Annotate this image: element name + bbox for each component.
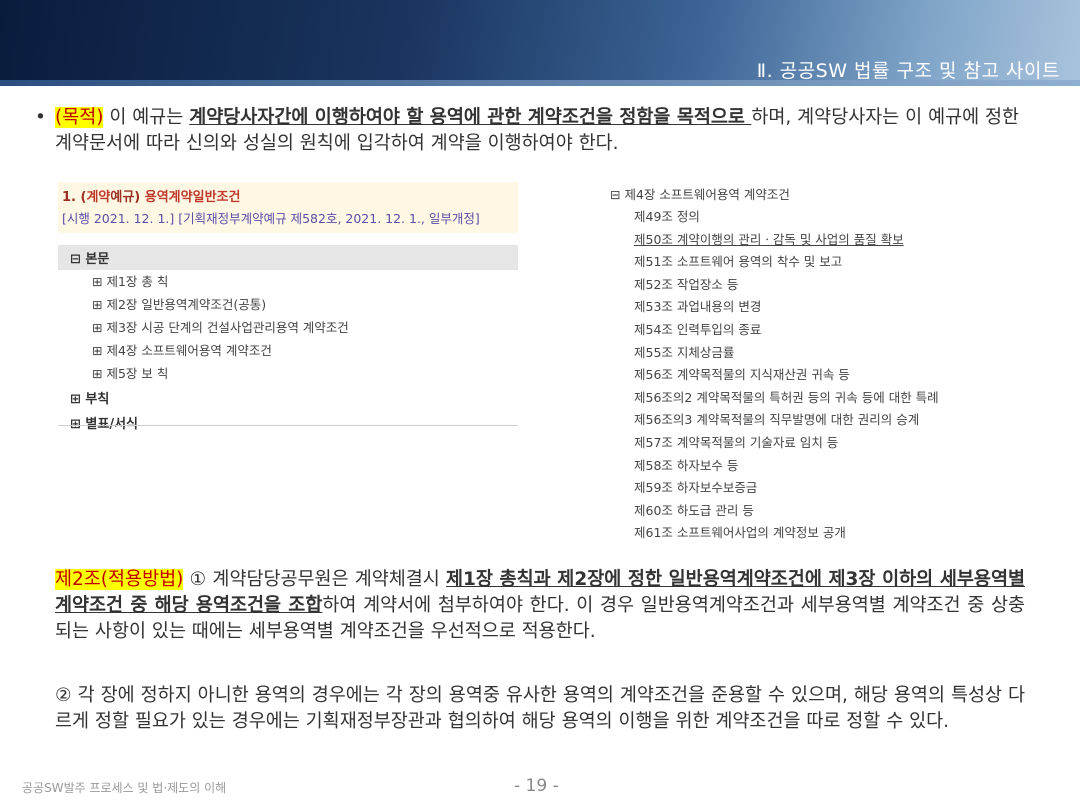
tree-item-appendix[interactable]: ⊞ 부칙	[58, 385, 518, 410]
article-item[interactable]: 제49조 정의	[610, 206, 1030, 229]
article-item[interactable]: 제61조 소프트웨어사업의 계약정보 공개	[610, 522, 1030, 545]
tree-item[interactable]: ⊞ 제4장 소프트웨어용역 계약조건	[58, 339, 518, 362]
article-item[interactable]: 제56조의2 계약목적물의 특허권 등의 귀속 등에 대한 특례	[610, 387, 1030, 410]
section-title: Ⅱ. 공공SW 법률 구조 및 참고 사이트	[756, 60, 1060, 82]
article-item[interactable]: 제59조 하자보수보증금	[610, 477, 1030, 500]
chapter4-tree: ⊟ 제4장 소프트웨어용역 계약조건 제49조 정의 제50조 계약이행의 관리…	[610, 184, 1030, 545]
law-title: 1. (계약예규) 용역계약일반조건	[62, 190, 241, 205]
purpose-paragraph: • (목적) 이 예규는 계약당사자간에 이행하여야 할 용역에 관한 계약조건…	[35, 105, 1025, 157]
tree-item[interactable]: ⊞ 제3장 시공 단계의 건설사업관리용역 계약조건	[58, 316, 518, 339]
chapter4-root[interactable]: ⊟ 제4장 소프트웨어용역 계약조건	[610, 184, 1030, 206]
article-item[interactable]: 제57조 계약목적물의 기술자료 임치 등	[610, 432, 1030, 455]
tree-item[interactable]: ⊞ 제5장 보 칙	[58, 362, 518, 385]
tree-root-main[interactable]: ⊟ 본문	[58, 245, 518, 270]
divider	[58, 425, 518, 426]
tree-item[interactable]: ⊞ 제2장 일반용역계약조건(공통)	[58, 293, 518, 316]
article2-label: 제2조(적용방법)	[55, 569, 184, 590]
law-tree-panel: 1. (계약예규) 용역계약일반조건 [시행 2021. 12. 1.] [기획…	[58, 182, 518, 432]
footer-title: 공공SW발주 프로세스 및 법·제도의 이해	[22, 781, 227, 795]
article2-text-1: ① 계약담당공무원은 계약체결시	[183, 569, 446, 590]
tree-item[interactable]: ⊞ 제1장 총 칙	[58, 270, 518, 293]
article-item[interactable]: 제53조 과업내용의 변경	[610, 296, 1030, 319]
page-number: - 19 -	[514, 776, 559, 796]
law-date: [시행 2021. 12. 1.] [기획재정부계약예규 제582호, 2021…	[62, 211, 480, 226]
article-item[interactable]: 제58조 하자보수 등	[610, 455, 1030, 478]
law-tree: ⊟ 본문 ⊞ 제1장 총 칙 ⊞ 제2장 일반용역계약조건(공통) ⊞ 제3장 …	[58, 245, 518, 435]
law-header: 1. (계약예규) 용역계약일반조건 [시행 2021. 12. 1.] [기획…	[58, 182, 518, 233]
article-item[interactable]: 제52조 작업장소 등	[610, 274, 1030, 297]
article2-paragraph-2: ② 각 장에 정하지 아니한 용역의 경우에는 각 장의 용역중 유사한 용역의…	[55, 685, 1025, 732]
purpose-text-1: 이 예규는	[103, 107, 190, 128]
article-item[interactable]: 제56조 계약목적물의 지식재산권 귀속 등	[610, 364, 1030, 387]
article2-paragraph-1: 제2조(적용방법) ① 계약담당공무원은 계약체결시 제1장 총칙과 제2장에 …	[55, 567, 1025, 645]
article-item[interactable]: 제51조 소프트웨어 용역의 착수 및 보고	[610, 251, 1030, 274]
article-item[interactable]: 제50조 계약이행의 관리ㆍ감독 및 사업의 품질 확보	[610, 229, 1030, 252]
purpose-label: (목적)	[55, 107, 104, 128]
article-item[interactable]: 제56조의3 계약목적물의 직무발명에 대한 권리의 승계	[610, 409, 1030, 432]
slide-header: Ⅱ. 공공SW 법률 구조 및 참고 사이트	[0, 0, 1080, 86]
tree-item-forms[interactable]: ⊞ 별표/서식	[58, 410, 518, 435]
article-item[interactable]: 제55조 지체상금률	[610, 342, 1030, 365]
article-item[interactable]: 제54조 인력투입의 종료	[610, 319, 1030, 342]
bullet: •	[35, 107, 46, 128]
purpose-bold-text: 계약당사자간에 이행하여야 할 용역에 관한 계약조건을 정함을 목적으로	[189, 107, 752, 128]
article-item[interactable]: 제60조 하도급 관리 등	[610, 500, 1030, 523]
